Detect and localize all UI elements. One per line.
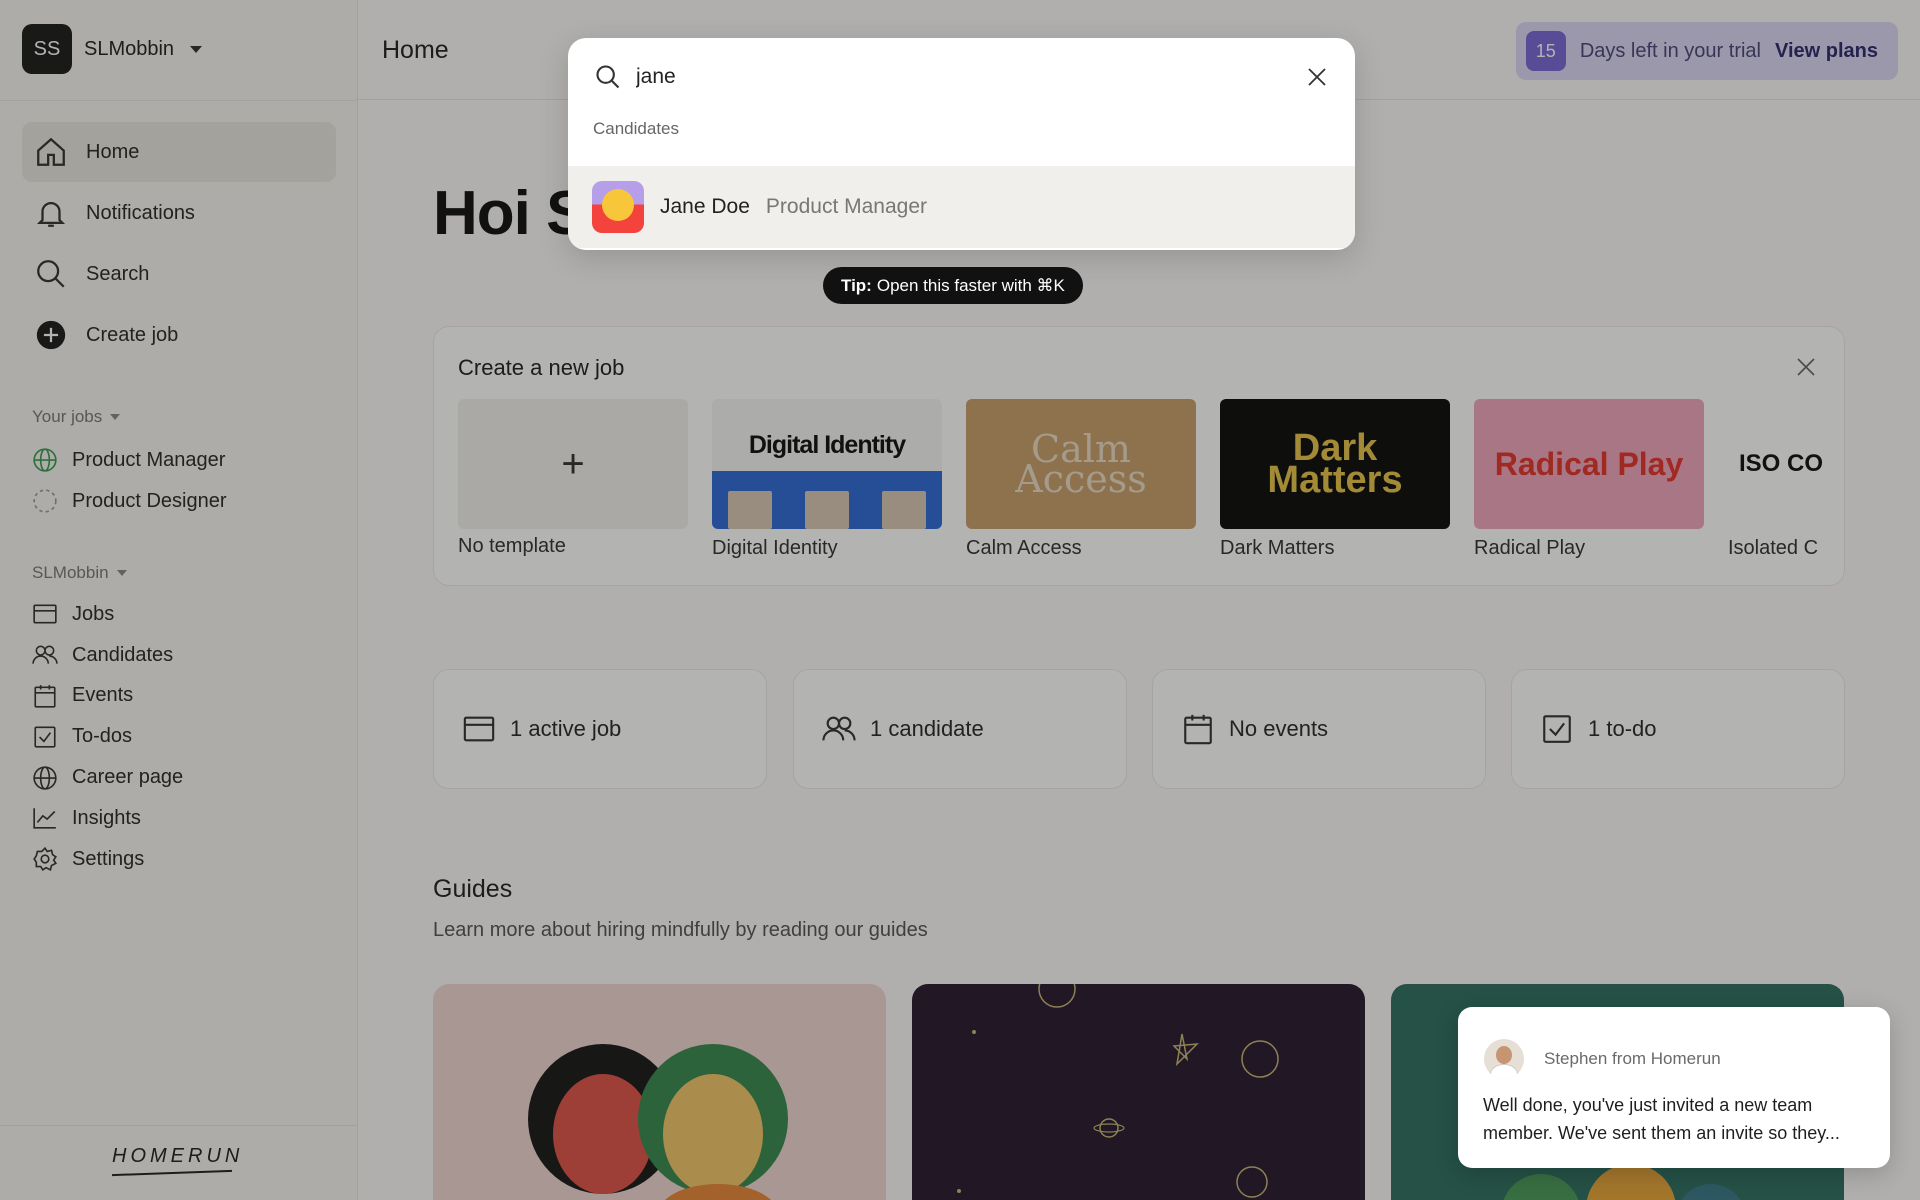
candidate-avatar (592, 181, 644, 233)
result-group-label: Candidates (593, 119, 680, 138)
close-icon[interactable] (1305, 65, 1329, 89)
result-name: Jane Doe (660, 195, 750, 218)
tip-label: Tip: (841, 275, 872, 295)
chat-sender: Stephen from Homerun (1544, 1049, 1721, 1068)
shortcut-tip: Tip: Open this faster with ⌘K (823, 267, 1083, 304)
chat-message-popup[interactable]: Stephen from Homerun Well done, you've j… (1458, 1007, 1890, 1168)
search-row (568, 38, 1355, 116)
chat-message-text: Well done, you've just invited a new tea… (1483, 1095, 1840, 1143)
search-input[interactable] (636, 65, 1236, 89)
tip-text: Open this faster with ⌘K (876, 275, 1065, 295)
result-role: Product Manager (765, 195, 927, 218)
avatar (1484, 1039, 1524, 1079)
search-palette: Candidates Jane Doe Product Manager (568, 38, 1355, 250)
search-result-item[interactable]: Jane Doe Product Manager (568, 166, 1355, 248)
search-icon (596, 65, 620, 89)
